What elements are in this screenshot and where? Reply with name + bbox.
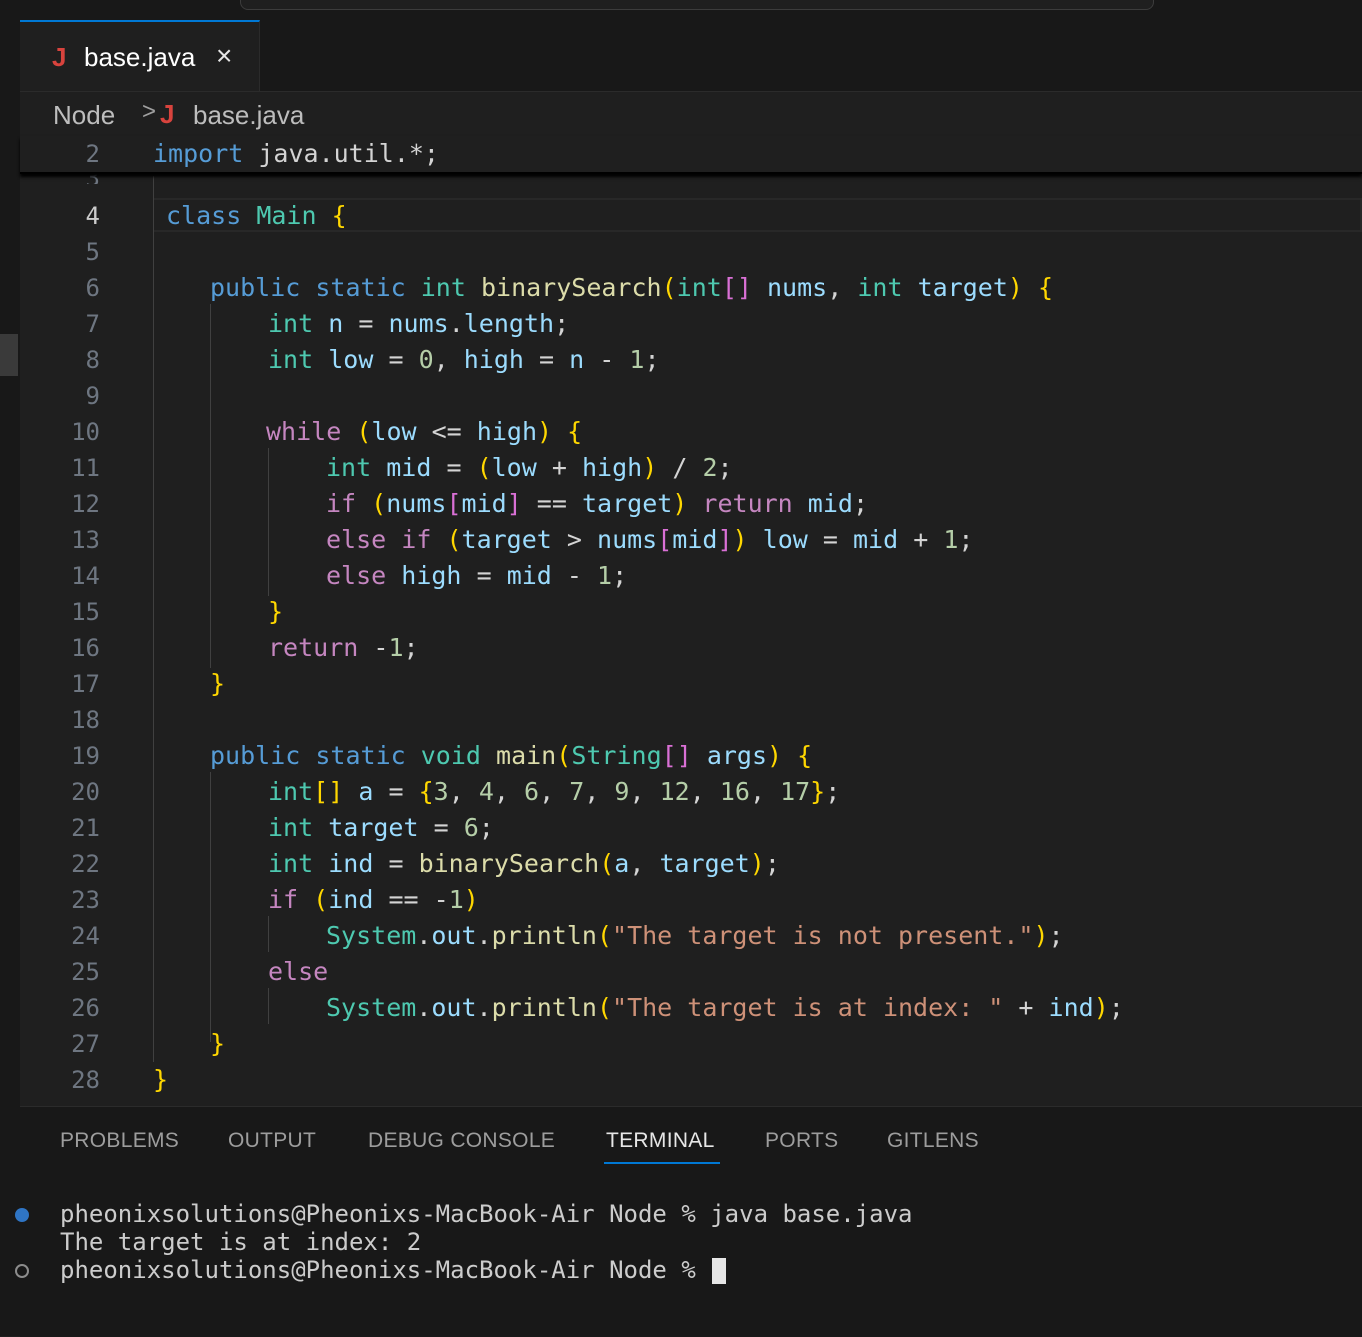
code-line-19: public static void main(String[] args) { [210, 741, 813, 770]
code-line-28: } [153, 1065, 169, 1094]
code-line-12: if (nums[mid] == target) return mid; [326, 489, 869, 518]
line-number: 6 [85, 274, 100, 302]
panel-tab-debug-console[interactable]: DEBUG CONSOLE [368, 1129, 555, 1153]
code-line-22: int ind = binarySearch(a, target); [268, 849, 780, 878]
code-line-2: import java.util.*; [153, 139, 439, 168]
panel-tab-ports[interactable]: PORTS [765, 1129, 838, 1153]
code-line-17: } [210, 669, 226, 698]
code-line-23: if (ind == -1) [268, 885, 479, 914]
code-line-11: int mid = (low + high) / 2; [326, 453, 733, 482]
line-number: 14 [71, 562, 100, 590]
indent-guide [268, 448, 269, 596]
terminal-cursor [712, 1258, 727, 1284]
line-number: 12 [71, 490, 100, 518]
chevron-right-icon: > [142, 98, 157, 125]
panel-tab-gitlens[interactable]: GITLENS [887, 1129, 979, 1153]
line-number: 25 [71, 958, 100, 986]
indent-guide [268, 916, 269, 952]
indent-guide [268, 988, 269, 1024]
activity-bar [0, 22, 20, 1336]
sticky-scroll-line[interactable]: 2 import java.util.*; [20, 136, 1362, 174]
breadcrumb-file[interactable]: base.java [193, 100, 304, 131]
line-number: 7 [85, 310, 100, 338]
code-line-21: int target = 6; [268, 813, 494, 842]
command-decoration-icon[interactable] [15, 1264, 29, 1278]
line-number: 18 [71, 706, 100, 734]
line-number: 26 [71, 994, 100, 1022]
terminal-output-line: The target is at index: 2 [60, 1228, 422, 1256]
line-number: 24 [71, 922, 100, 950]
line-number: 9 [85, 382, 100, 410]
code-line-10: while (low <= high) { [266, 417, 583, 446]
code-line-20: int[] a = {3, 4, 6, 7, 9, 12, 16, 17}; [268, 777, 841, 806]
line-number: 8 [85, 346, 100, 374]
line-number: 2 [85, 140, 100, 168]
code-line-8: int low = 0, high = n - 1; [268, 345, 660, 374]
terminal-command-line[interactable]: pheonixsolutions@Pheonixs-MacBook-Air No… [60, 1200, 913, 1228]
panel-tab-output[interactable]: OUTPUT [228, 1129, 316, 1153]
line-number: 15 [71, 598, 100, 626]
activity-bar-active-indicator[interactable] [0, 334, 18, 376]
code-line-24: System.out.println("The target is not pr… [326, 921, 1064, 950]
indent-guide [210, 304, 211, 668]
code-editor[interactable]: 2 import java.util.*; 3 4class Main {56p… [20, 136, 1362, 1106]
line-number: 22 [71, 850, 100, 878]
code-line-6: public static int binarySearch(int[] num… [210, 273, 1054, 302]
command-success-decoration-icon[interactable] [15, 1208, 29, 1222]
code-line-25: else [268, 957, 329, 986]
code-line-7: int n = nums.length; [268, 309, 570, 338]
java-file-icon: J [160, 99, 175, 129]
java-file-icon: J [52, 42, 67, 72]
line-number: 27 [71, 1030, 100, 1058]
code-line-4: class Main { [166, 201, 347, 230]
editor-tab-base-java[interactable]: J base.java × [20, 20, 260, 91]
line-number: 19 [71, 742, 100, 770]
line-number: 23 [71, 886, 100, 914]
breadcrumb: Node > J base.java [20, 92, 1362, 136]
close-icon[interactable]: × [216, 40, 232, 72]
code-line-14: else high = mid - 1; [326, 561, 628, 590]
line-number: 4 [85, 202, 100, 230]
line-number: 28 [71, 1066, 100, 1094]
code-line-13: else if (target > nums[mid]) low = mid +… [326, 525, 974, 554]
line-number: 11 [71, 454, 100, 482]
active-tab-indicator [604, 1162, 720, 1164]
panel-tab-terminal[interactable]: TERMINAL [606, 1129, 715, 1153]
indent-guide [153, 176, 154, 1062]
title-bar [0, 0, 1362, 22]
line-number: 10 [71, 418, 100, 446]
indent-guide [210, 772, 211, 1042]
terminal-prompt: pheonixsolutions@Pheonixs-MacBook-Air No… [60, 1256, 711, 1284]
panel-tab-problems[interactable]: PROBLEMS [60, 1129, 179, 1153]
command-center[interactable] [240, 0, 1154, 10]
code-line-16: return -1; [268, 633, 419, 662]
code-line-26: System.out.println("The target is at ind… [326, 993, 1124, 1022]
terminal-prompt-line[interactable]: pheonixsolutions@Pheonixs-MacBook-Air No… [60, 1256, 727, 1284]
line-number: 20 [71, 778, 100, 806]
tab-label: base.java [84, 42, 196, 72]
breadcrumb-folder[interactable]: Node [53, 100, 115, 131]
line-number: 5 [85, 238, 100, 266]
code-line-27: } [210, 1029, 226, 1058]
line-number: 21 [71, 814, 100, 842]
line-number: 17 [71, 670, 100, 698]
code-line-15: } [268, 597, 284, 626]
line-number: 16 [71, 634, 100, 662]
line-number: 13 [71, 526, 100, 554]
